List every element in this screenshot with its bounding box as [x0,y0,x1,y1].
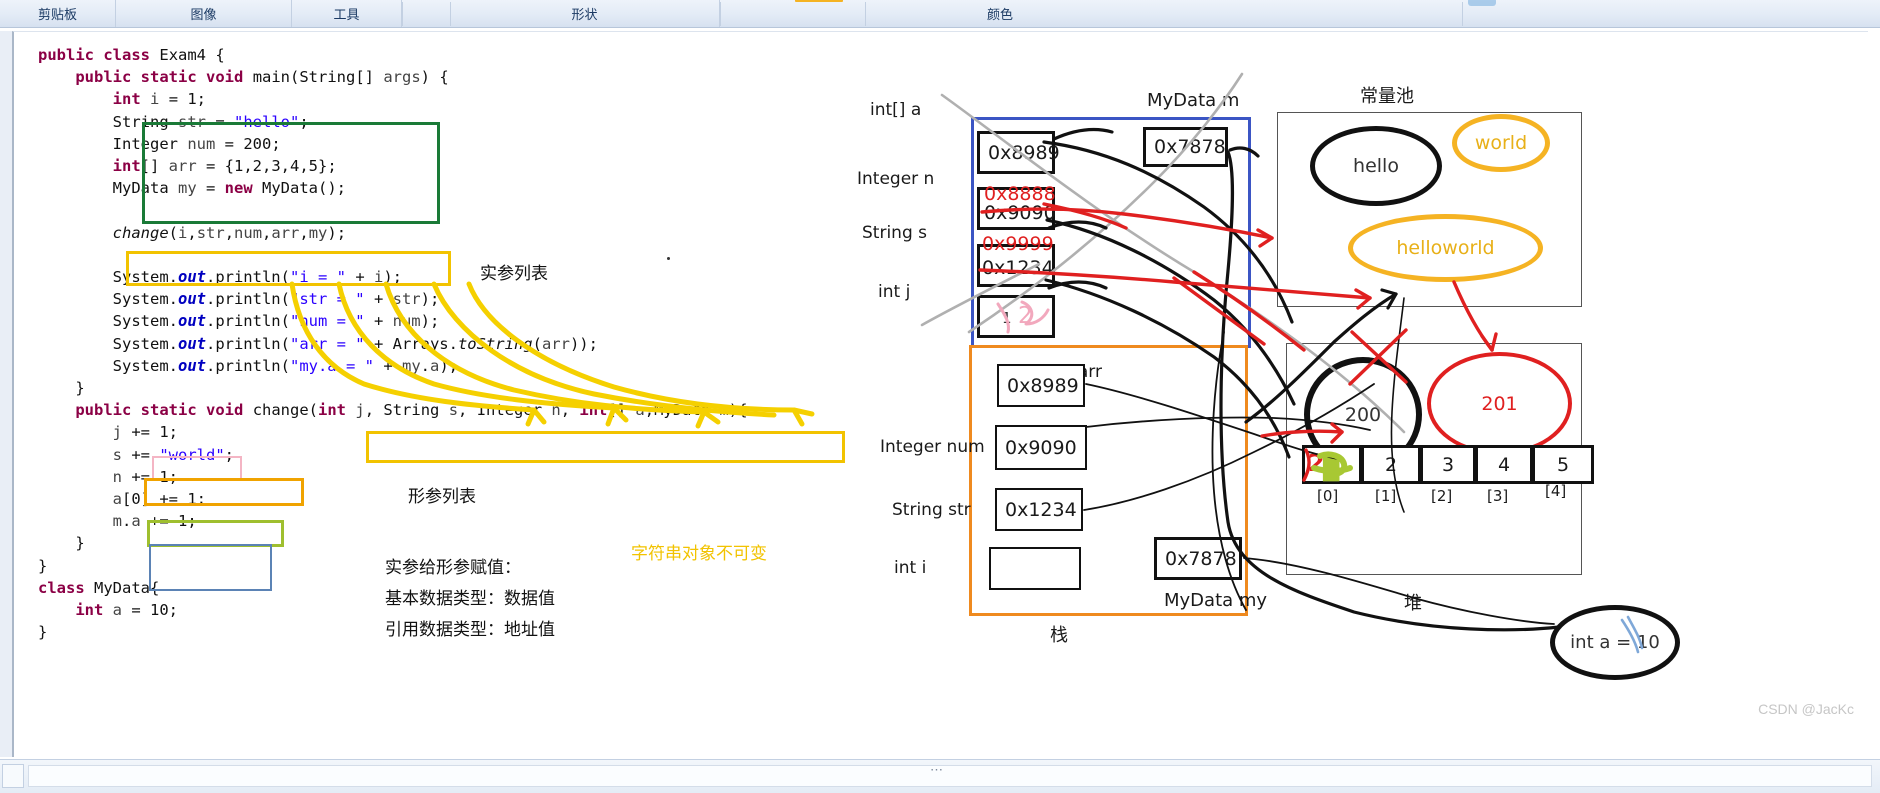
change-slot-n: 0x8888 0x9090 [977,183,1056,230]
heap-array-index-0: [0] [1317,487,1339,505]
ribbon-group-image[interactable]: 图像 [116,0,292,27]
ribbon-group-shapes-label: 形状 [571,7,598,22]
heap-mydata-object: int a = 10 [1550,605,1680,680]
paint-canvas[interactable]: public class Exam4 { public static void … [12,31,1868,757]
label-string-immutable: 字符串对象不可变 [631,544,767,564]
main-slot-arr: 0x8989 [997,364,1085,407]
highlight-box-s-concat [144,478,304,506]
ribbon-group-tools[interactable]: 工具 [292,0,402,27]
main-var-label-num: Integer num [880,437,985,457]
change-var-label-n: Integer n [857,169,935,189]
label-actual-argument-list: 实参列表 [480,264,548,284]
pool-string-hello: hello [1310,126,1442,206]
ribbon-group-colors[interactable]: 颜色 [865,0,1135,27]
change-slot-m: 0x7878 [1143,127,1228,167]
ribbon-group-image-label: 图像 [190,7,217,22]
ribbon-group-colors-label: 颜色 [986,7,1013,22]
heap-array-cell-4: 5 [1532,445,1594,484]
highlight-box-actual-arguments [126,251,451,286]
main-slot-my: 0x7878 [1154,537,1242,580]
heap-array-cell-2: 3 [1420,445,1476,484]
ribbon-divider-1 [402,2,403,26]
main-slot-str: 0x1234 [995,488,1083,531]
change-frame-title: MyData m [1147,90,1240,111]
watermark: CSDN @JacKc [1758,701,1854,717]
label-formal-parameter-list: 形参列表 [408,487,476,507]
change-slot-s-value: 0x1234 [982,257,1054,279]
ribbon-help-button[interactable] [1468,0,1496,6]
heap-array-cell-0: 2 █ [1302,445,1362,484]
pool-string-world: world [1452,114,1550,172]
ribbon-divider-4 [865,2,866,26]
canvas-gutter [0,31,12,757]
heap-array-index-4: [4] [1545,482,1567,500]
change-slot-j-value: 1 [1002,309,1012,327]
ribbon-group-tools-label: 工具 [333,7,360,22]
heap-array-cell-1: 2 [1361,445,1421,484]
main-slot-num: 0x9090 [995,425,1087,470]
main-var-label-str: String str [892,500,971,520]
ribbon-divider-3 [720,2,721,26]
change-slot-j: 1 2 [977,295,1055,338]
pool-string-helloworld: helloworld [1348,214,1543,282]
label-argument-assignment: 实参给形参赋值： [385,558,521,578]
change-slot-s: 0x9999 0x1234 [977,233,1055,287]
paint-ribbon: 剪贴板 图像 工具 形状 颜色 [0,0,1880,28]
heap-array-cell-0-scribble: █ [1323,457,1340,481]
main-frame-title: MyData my [1164,590,1268,611]
highlight-box-formal-parameters [366,431,845,463]
horizontal-scrollbar[interactable] [28,765,1872,787]
main-slot-i [989,547,1081,590]
constant-pool-label: 常量池 [1360,86,1414,107]
status-bar-left-button[interactable] [2,764,24,788]
label-primitive-type: 基本数据类型：数据值 [385,589,555,609]
ribbon-group-clipboard-label: 剪贴板 [37,7,77,22]
heap-array-index-2: [2] [1431,487,1453,505]
change-slot-s-old-value: 0x9999 [982,233,1054,255]
ribbon-divider-5 [1462,2,1463,26]
change-slot-a: 0x8989 [977,131,1060,174]
highlight-box-declarations [142,122,440,224]
stack-area-label: 栈 [1050,625,1068,646]
ribbon-group-clipboard[interactable]: 剪贴板 [0,0,116,27]
highlight-box-field-increment [149,544,272,591]
label-reference-type: 引用数据类型：地址值 [385,620,555,640]
highlight-box-j-increment [152,456,242,480]
color-swatch-selected[interactable] [795,0,843,2]
scrollbar-grip-icon: ⋯ [930,762,944,777]
change-var-label-j: int j [878,282,911,302]
heap-integer-201: 201 [1427,352,1572,455]
ribbon-divider-2 [450,2,451,26]
change-var-label-a: int[] a [870,100,922,120]
main-var-label-i: int i [894,558,927,578]
heap-area-label: 堆 [1404,593,1422,614]
ribbon-group-shapes[interactable]: 形状 [450,0,720,27]
heap-array-cell-3: 4 [1475,445,1533,484]
heap-array-index-3: [3] [1487,487,1509,505]
change-slot-j-overwrite: 2 [1018,303,1033,329]
heap-array-index-1: [1] [1375,487,1397,505]
ink-dot [667,257,670,260]
highlight-box-array-increment [147,520,284,547]
change-var-label-s: String s [862,223,927,243]
status-bar: ⋯ [0,759,1880,793]
change-slot-n-value: 0x9090 [984,202,1056,224]
